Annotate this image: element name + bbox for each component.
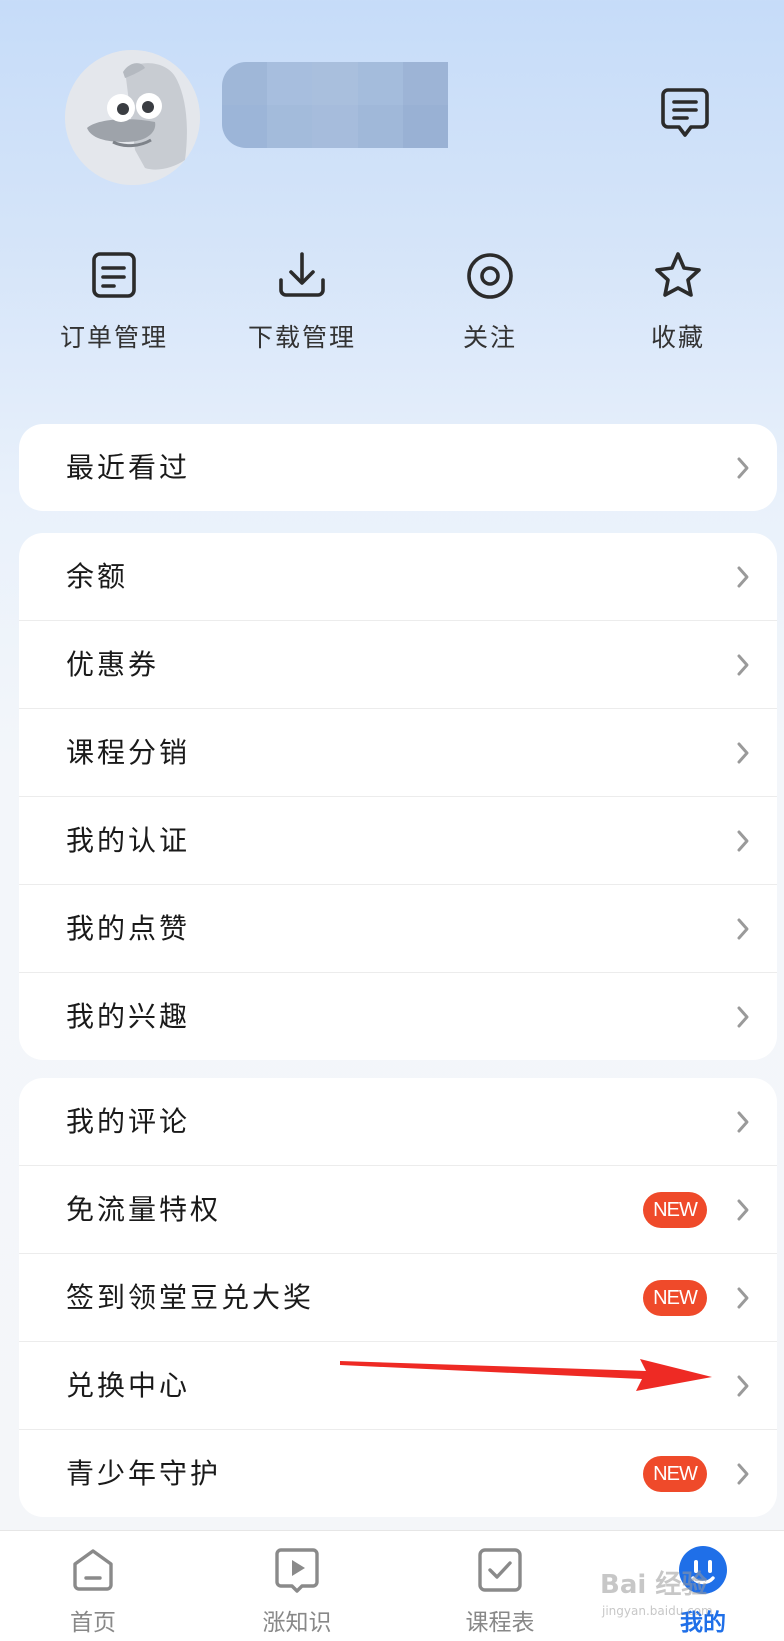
- quick-label: 下载管理: [247, 323, 356, 352]
- menu-item-label: 最近看过: [66, 451, 191, 484]
- chevron-right-icon: [736, 829, 750, 853]
- menu-item-label: 免流量特权: [66, 1193, 222, 1226]
- chevron-right-icon: [736, 1198, 750, 1222]
- menu-item-my-likes[interactable]: 我的点赞: [19, 885, 777, 973]
- menu-item-label: 兑换中心: [66, 1369, 191, 1402]
- quick-favorites[interactable]: 收藏: [598, 248, 758, 354]
- quick-follow[interactable]: 关注: [410, 248, 570, 354]
- menu-item-recent[interactable]: 最近看过: [19, 424, 777, 511]
- tab-label: 我的: [680, 1609, 726, 1636]
- chevron-right-icon: [736, 741, 750, 765]
- quick-label: 收藏: [650, 323, 705, 352]
- blur-tile: [402, 105, 448, 148]
- blur-tile: [357, 62, 403, 105]
- username-blurred: [222, 62, 448, 148]
- blur-tile: [402, 62, 448, 105]
- menu-item-youth-protection[interactable]: 青少年守护 NEW: [19, 1430, 777, 1517]
- chevron-right-icon: [736, 1462, 750, 1486]
- profile-icon: [678, 1545, 728, 1595]
- menu-item-course-distribution[interactable]: 课程分销: [19, 709, 777, 797]
- menu-item-coupons[interactable]: 优惠券: [19, 621, 777, 709]
- menu-item-label: 课程分销: [66, 736, 191, 769]
- tab-label: 涨知识: [262, 1610, 332, 1636]
- menu-item-redemption-center[interactable]: 兑换中心: [19, 1342, 777, 1430]
- menu-item-label: 我的评论: [66, 1105, 191, 1138]
- menu-item-label: 我的点赞: [66, 912, 191, 945]
- follow-eye-icon: [462, 248, 518, 304]
- quick-actions: 订单管理 下载管理 关注 收藏: [0, 248, 784, 378]
- tab-mine[interactable]: 我的: [633, 1545, 773, 1637]
- chevron-right-icon: [736, 1005, 750, 1029]
- order-list-icon: [86, 248, 142, 304]
- chevron-right-icon: [736, 1374, 750, 1398]
- message-icon[interactable]: [660, 86, 710, 138]
- chevron-right-icon: [736, 565, 750, 589]
- menu-item-label: 签到领堂豆兑大奖: [66, 1281, 315, 1314]
- menu-group-wallet: 余额 优惠券 课程分销 我的认证 我的点赞 我的兴趣: [19, 533, 777, 1060]
- chevron-right-icon: [736, 917, 750, 941]
- new-badge: NEW: [643, 1456, 707, 1492]
- menu-item-free-data-privilege[interactable]: 免流量特权 NEW: [19, 1166, 777, 1254]
- star-icon: [650, 248, 706, 304]
- quick-label: 订单管理: [59, 323, 168, 352]
- menu-item-label: 余额: [66, 560, 129, 593]
- bottom-tab-bar: 首页 涨知识 课程表 我的: [0, 1530, 784, 1641]
- download-icon: [274, 248, 330, 304]
- tab-schedule[interactable]: 课程表: [430, 1545, 570, 1637]
- blur-tile: [267, 62, 313, 105]
- tab-home[interactable]: 首页: [23, 1545, 163, 1637]
- quick-download-management[interactable]: 下载管理: [222, 248, 382, 354]
- video-play-icon: [272, 1545, 322, 1595]
- blur-tile: [267, 105, 313, 148]
- blur-tile: [312, 105, 358, 148]
- menu-item-label: 我的认证: [66, 824, 191, 857]
- menu-item-checkin-rewards[interactable]: 签到领堂豆兑大奖 NEW: [19, 1254, 777, 1342]
- new-badge: NEW: [643, 1192, 707, 1228]
- home-icon: [68, 1545, 118, 1595]
- quick-order-management[interactable]: 订单管理: [34, 248, 194, 354]
- quick-label: 关注: [462, 323, 517, 352]
- blur-tile: [357, 105, 403, 148]
- blur-tile: [222, 105, 268, 148]
- schedule-check-icon: [475, 1545, 525, 1595]
- chevron-right-icon: [736, 456, 750, 480]
- chevron-right-icon: [736, 1110, 750, 1134]
- menu-item-label: 我的兴趣: [66, 1000, 191, 1033]
- avatar[interactable]: [65, 50, 200, 185]
- tab-label: 首页: [70, 1610, 116, 1636]
- recent-card: 最近看过: [19, 424, 777, 511]
- duck-avatar-icon: [65, 50, 200, 185]
- blur-tile: [312, 62, 358, 105]
- menu-item-my-certification[interactable]: 我的认证: [19, 797, 777, 885]
- menu-item-label: 优惠券: [66, 648, 160, 681]
- tab-label: 课程表: [465, 1610, 535, 1636]
- tab-knowledge[interactable]: 涨知识: [227, 1545, 367, 1637]
- menu-group-services: 我的评论 免流量特权 NEW 签到领堂豆兑大奖 NEW 兑换中心 青少年守护 N…: [19, 1078, 777, 1517]
- menu-item-label: 青少年守护: [66, 1457, 222, 1490]
- blur-tile: [222, 62, 268, 105]
- new-badge: NEW: [643, 1280, 707, 1316]
- menu-item-balance[interactable]: 余额: [19, 533, 777, 621]
- chevron-right-icon: [736, 653, 750, 677]
- menu-item-my-comments[interactable]: 我的评论: [19, 1078, 777, 1166]
- chevron-right-icon: [736, 1286, 750, 1310]
- menu-item-my-interests[interactable]: 我的兴趣: [19, 973, 777, 1060]
